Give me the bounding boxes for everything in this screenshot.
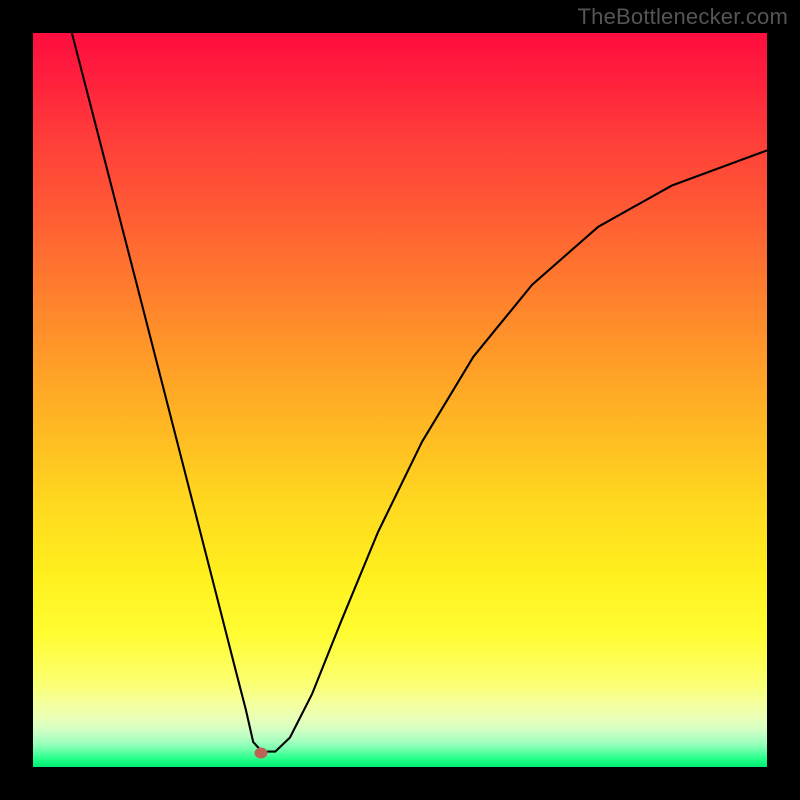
minimum-marker-dot [254, 748, 267, 759]
bottleneck-curve [33, 33, 767, 767]
stage: TheBottlenecker.com [0, 0, 800, 800]
watermark-text: TheBottlenecker.com [578, 4, 788, 30]
plot-frame [33, 33, 767, 767]
